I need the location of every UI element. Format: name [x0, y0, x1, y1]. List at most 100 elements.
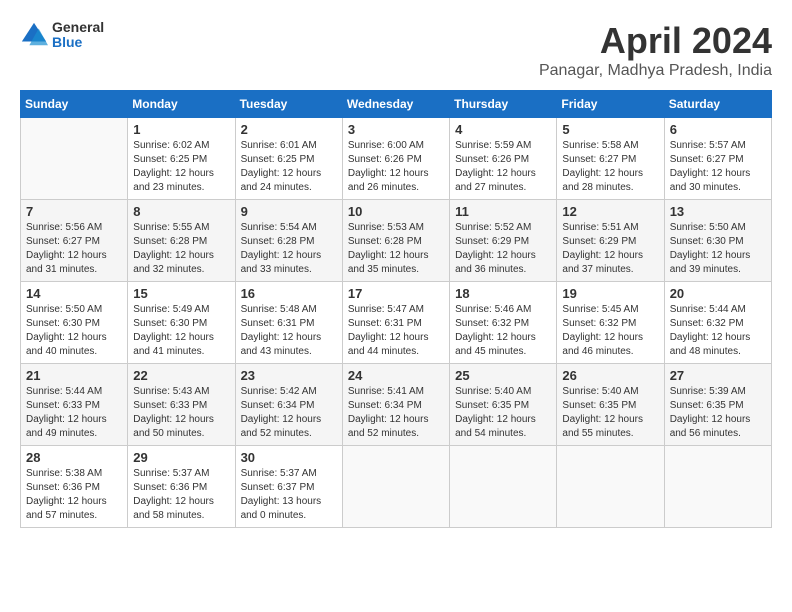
calendar-cell: 15 Sunrise: 5:49 AM Sunset: 6:30 PM Dayli…	[128, 282, 235, 364]
day-number: 11	[455, 204, 551, 219]
day-number: 14	[26, 286, 122, 301]
calendar-cell: 21 Sunrise: 5:44 AM Sunset: 6:33 PM Dayli…	[21, 364, 128, 446]
calendar-cell: 25 Sunrise: 5:40 AM Sunset: 6:35 PM Dayli…	[450, 364, 557, 446]
header-row: SundayMondayTuesdayWednesdayThursdayFrid…	[21, 91, 772, 118]
day-info: Sunrise: 5:52 AM Sunset: 6:29 PM Dayligh…	[455, 221, 551, 277]
day-number: 27	[670, 368, 766, 383]
day-number: 19	[562, 286, 658, 301]
day-number: 13	[670, 204, 766, 219]
day-number: 20	[670, 286, 766, 301]
calendar-cell: 22Sunrise: 5:43 AM Sunset: 6:33 PM Dayli…	[128, 364, 235, 446]
day-number: 1	[133, 122, 229, 137]
subtitle: Panagar, Madhya Pradesh, India	[539, 62, 772, 80]
title-block: April 2024 Panagar, Madhya Pradesh, Indi…	[539, 20, 772, 80]
day-info: Sunrise: 5:47 AM Sunset: 6:31 PM Dayligh…	[348, 303, 444, 359]
day-number: 3	[348, 122, 444, 137]
calendar-cell: 4 Sunrise: 5:59 AM Sunset: 6:26 PM Daylig…	[450, 118, 557, 200]
day-info: Sunrise: 6:00 AM Sunset: 6:26 PM Dayligh…	[348, 139, 444, 195]
day-info: Sunrise: 5:43 AM Sunset: 6:33 PM Dayligh…	[133, 385, 229, 441]
day-number: 28	[26, 450, 122, 465]
day-info: Sunrise: 5:48 AM Sunset: 6:31 PM Dayligh…	[241, 303, 337, 359]
day-number: 4	[455, 122, 551, 137]
day-info: Sunrise: 5:50 AM Sunset: 6:30 PM Dayligh…	[26, 303, 122, 359]
day-number: 7	[26, 204, 122, 219]
day-number: 5	[562, 122, 658, 137]
day-info: Sunrise: 6:02 AM Sunset: 6:25 PM Dayligh…	[133, 139, 229, 195]
day-number: 30	[241, 450, 337, 465]
day-number: 6	[670, 122, 766, 137]
calendar-cell: 11 Sunrise: 5:52 AM Sunset: 6:29 PM Dayli…	[450, 200, 557, 282]
header-cell-saturday: Saturday	[664, 91, 771, 118]
day-info: Sunrise: 5:40 AM Sunset: 6:35 PM Dayligh…	[455, 385, 551, 441]
day-info: Sunrise: 5:46 AM Sunset: 6:32 PM Dayligh…	[455, 303, 551, 359]
calendar-cell: 26 Sunrise: 5:40 AM Sunset: 6:35 PM Dayli…	[557, 364, 664, 446]
calendar-cell: 6 Sunrise: 5:57 AM Sunset: 6:27 PM Daylig…	[664, 118, 771, 200]
calendar-cell: 13 Sunrise: 5:50 AM Sunset: 6:30 PM Dayli…	[664, 200, 771, 282]
page-header: General Blue April 2024 Panagar, Madhya …	[20, 20, 772, 80]
day-info: Sunrise: 5:59 AM Sunset: 6:26 PM Dayligh…	[455, 139, 551, 195]
calendar-cell	[342, 446, 449, 528]
day-number: 12	[562, 204, 658, 219]
day-number: 15	[133, 286, 229, 301]
calendar-cell: 18 Sunrise: 5:46 AM Sunset: 6:32 PM Dayli…	[450, 282, 557, 364]
logo: General Blue	[20, 20, 104, 51]
logo-text: General Blue	[52, 20, 104, 51]
calendar-cell: 24 Sunrise: 5:41 AM Sunset: 6:34 PM Dayli…	[342, 364, 449, 446]
day-info: Sunrise: 6:01 AM Sunset: 6:25 PM Dayligh…	[241, 139, 337, 195]
day-info: Sunrise: 5:38 AM Sunset: 6:36 PM Dayligh…	[26, 467, 122, 523]
day-info: Sunrise: 5:54 AM Sunset: 6:28 PM Dayligh…	[241, 221, 337, 277]
day-number: 23	[241, 368, 337, 383]
logo-blue: Blue	[52, 35, 104, 50]
week-row-2: 7Sunrise: 5:56 AM Sunset: 6:27 PM Daylig…	[21, 200, 772, 282]
calendar-cell: 27Sunrise: 5:39 AM Sunset: 6:35 PM Dayli…	[664, 364, 771, 446]
calendar-cell: 3 Sunrise: 6:00 AM Sunset: 6:26 PM Daylig…	[342, 118, 449, 200]
day-info: Sunrise: 5:40 AM Sunset: 6:35 PM Dayligh…	[562, 385, 658, 441]
week-row-1: 1 Sunrise: 6:02 AM Sunset: 6:25 PM Daylig…	[21, 118, 772, 200]
calendar-cell: 28 Sunrise: 5:38 AM Sunset: 6:36 PM Dayli…	[21, 446, 128, 528]
day-number: 2	[241, 122, 337, 137]
calendar-cell: 30 Sunrise: 5:37 AM Sunset: 6:37 PM Dayli…	[235, 446, 342, 528]
day-number: 17	[348, 286, 444, 301]
calendar-cell: 29Sunrise: 5:37 AM Sunset: 6:36 PM Dayli…	[128, 446, 235, 528]
calendar-cell: 2 Sunrise: 6:01 AM Sunset: 6:25 PM Daylig…	[235, 118, 342, 200]
day-number: 29	[133, 450, 229, 465]
day-info: Sunrise: 5:51 AM Sunset: 6:29 PM Dayligh…	[562, 221, 658, 277]
calendar-cell: 8 Sunrise: 5:55 AM Sunset: 6:28 PM Daylig…	[128, 200, 235, 282]
day-info: Sunrise: 5:44 AM Sunset: 6:33 PM Dayligh…	[26, 385, 122, 441]
day-info: Sunrise: 5:58 AM Sunset: 6:27 PM Dayligh…	[562, 139, 658, 195]
calendar-cell: 5 Sunrise: 5:58 AM Sunset: 6:27 PM Daylig…	[557, 118, 664, 200]
calendar-cell: 23Sunrise: 5:42 AM Sunset: 6:34 PM Dayli…	[235, 364, 342, 446]
day-number: 18	[455, 286, 551, 301]
week-row-4: 21 Sunrise: 5:44 AM Sunset: 6:33 PM Dayli…	[21, 364, 772, 446]
calendar-cell: 16Sunrise: 5:48 AM Sunset: 6:31 PM Dayli…	[235, 282, 342, 364]
calendar-cell: 19Sunrise: 5:45 AM Sunset: 6:32 PM Dayli…	[557, 282, 664, 364]
calendar-cell: 20 Sunrise: 5:44 AM Sunset: 6:32 PM Dayli…	[664, 282, 771, 364]
week-row-5: 28 Sunrise: 5:38 AM Sunset: 6:36 PM Dayli…	[21, 446, 772, 528]
day-info: Sunrise: 5:37 AM Sunset: 6:37 PM Dayligh…	[241, 467, 337, 523]
day-info: Sunrise: 5:44 AM Sunset: 6:32 PM Dayligh…	[670, 303, 766, 359]
day-number: 26	[562, 368, 658, 383]
day-info: Sunrise: 5:49 AM Sunset: 6:30 PM Dayligh…	[133, 303, 229, 359]
calendar-cell: 1 Sunrise: 6:02 AM Sunset: 6:25 PM Daylig…	[128, 118, 235, 200]
day-number: 9	[241, 204, 337, 219]
week-row-3: 14 Sunrise: 5:50 AM Sunset: 6:30 PM Dayli…	[21, 282, 772, 364]
day-info: Sunrise: 5:50 AM Sunset: 6:30 PM Dayligh…	[670, 221, 766, 277]
header-cell-monday: Monday	[128, 91, 235, 118]
header-cell-wednesday: Wednesday	[342, 91, 449, 118]
calendar-cell: 14 Sunrise: 5:50 AM Sunset: 6:30 PM Dayli…	[21, 282, 128, 364]
day-number: 25	[455, 368, 551, 383]
day-info: Sunrise: 5:41 AM Sunset: 6:34 PM Dayligh…	[348, 385, 444, 441]
calendar-cell: 17 Sunrise: 5:47 AM Sunset: 6:31 PM Dayli…	[342, 282, 449, 364]
header-cell-tuesday: Tuesday	[235, 91, 342, 118]
calendar-table: SundayMondayTuesdayWednesdayThursdayFrid…	[20, 90, 772, 528]
logo-general: General	[52, 20, 104, 35]
calendar-cell	[664, 446, 771, 528]
calendar-cell	[557, 446, 664, 528]
logo-icon	[20, 21, 48, 49]
day-number: 24	[348, 368, 444, 383]
day-info: Sunrise: 5:57 AM Sunset: 6:27 PM Dayligh…	[670, 139, 766, 195]
day-number: 8	[133, 204, 229, 219]
day-number: 21	[26, 368, 122, 383]
day-info: Sunrise: 5:55 AM Sunset: 6:28 PM Dayligh…	[133, 221, 229, 277]
header-cell-sunday: Sunday	[21, 91, 128, 118]
